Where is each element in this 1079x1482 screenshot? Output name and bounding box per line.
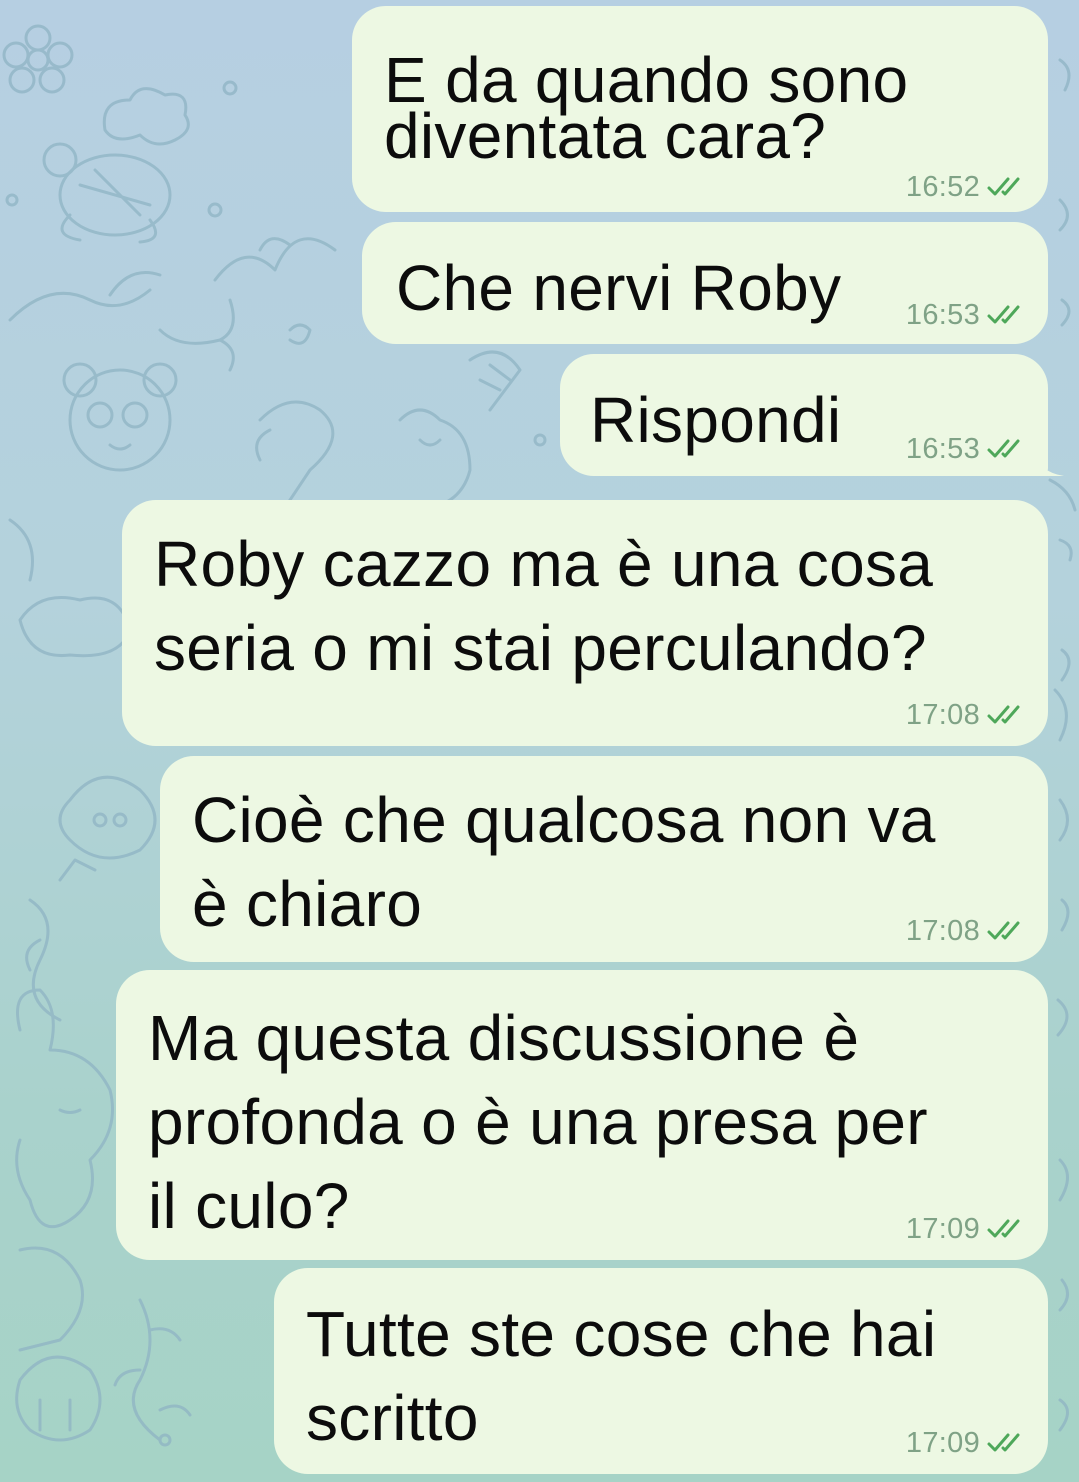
outgoing-message-bubble[interactable]: Roby cazzo ma è una cosa seria o mi stai… xyxy=(122,500,1048,746)
turtle-doodle-icon xyxy=(42,142,172,244)
outgoing-message-bubble[interactable]: Cioè che qualcosa non va è chiaro 17:08 xyxy=(160,756,1048,962)
read-double-check-icon xyxy=(987,305,1020,324)
message-timestamp: 16:53 xyxy=(905,298,980,331)
message-meta: 17:08 xyxy=(905,698,1026,731)
read-double-check-icon xyxy=(987,1433,1020,1452)
message-text-line: seria o mi stai perculando? xyxy=(154,612,927,684)
message-text-line: è chiaro xyxy=(192,868,423,940)
bear-doodle-icon xyxy=(62,362,178,472)
outgoing-message-bubble[interactable]: E da quando sono diventata cara? 16:52 xyxy=(352,6,1048,212)
message-meta: 17:09 xyxy=(905,1426,1026,1459)
message-timestamp: 17:09 xyxy=(905,1212,980,1245)
message-meta: 16:53 xyxy=(905,298,1026,331)
message-timestamp: 17:08 xyxy=(905,914,980,947)
message-text-line: il culo? xyxy=(148,1170,350,1242)
message-meta: 17:08 xyxy=(905,914,1026,947)
message-text-line: profonda o è una presa per xyxy=(148,1086,928,1158)
read-double-check-icon xyxy=(987,1219,1020,1238)
message-meta: 16:52 xyxy=(905,170,1026,203)
read-double-check-icon xyxy=(987,439,1020,458)
message-meta: 16:53 xyxy=(905,432,1026,465)
bubble-tail xyxy=(1034,450,1064,476)
message-text-line: Cioè che qualcosa non va xyxy=(192,784,936,856)
outgoing-message-bubble[interactable]: Rispondi 16:53 xyxy=(560,354,1064,476)
read-double-check-icon xyxy=(987,177,1020,196)
outgoing-message-bubble[interactable]: Tutte ste cose che hai scritto 17:09 xyxy=(274,1268,1048,1474)
read-double-check-icon xyxy=(987,705,1020,724)
message-text-line: scritto xyxy=(306,1382,479,1454)
read-double-check-icon xyxy=(987,921,1020,940)
message-text-line: Rispondi xyxy=(590,384,842,456)
message-text-line: diventata cara? xyxy=(384,100,827,172)
message-text-line: Che nervi Roby xyxy=(396,252,842,324)
message-text-line: Roby cazzo ma è una cosa xyxy=(154,528,934,600)
message-timestamp: 17:09 xyxy=(905,1426,980,1459)
message-text-line: Ma questa discussione è xyxy=(148,1002,860,1074)
message-timestamp: 16:52 xyxy=(905,170,980,203)
flower-doodle-icon xyxy=(2,24,74,94)
outgoing-message-bubble[interactable]: Che nervi Roby 16:53 xyxy=(362,222,1048,344)
message-timestamp: 17:08 xyxy=(905,698,980,731)
message-text-line: Tutte ste cose che hai xyxy=(306,1298,937,1370)
message-meta: 17:09 xyxy=(905,1212,1026,1245)
message-timestamp: 16:53 xyxy=(905,432,980,465)
outgoing-message-bubble[interactable]: Ma questa discussione è profonda o è una… xyxy=(116,970,1048,1260)
